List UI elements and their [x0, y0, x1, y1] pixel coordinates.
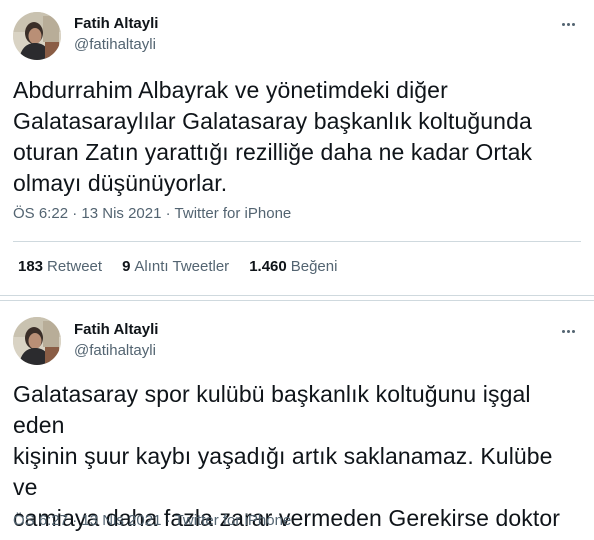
dot: [571, 22, 575, 26]
quotes-stat[interactable]: 9 Alıntı Tweetler: [122, 258, 229, 275]
tweet-meta: ÖS 6:22 · 13 Nis 2021 · Twitter for iPho…: [13, 205, 291, 222]
dot: [561, 329, 565, 333]
author-name[interactable]: Fatih Altayli: [74, 15, 158, 32]
tweet[interactable]: Fatih Altayli @fatihaltayli Galatasaray …: [0, 300, 594, 540]
avatar-photo: [13, 317, 61, 365]
tweet-meta: ÖS 6:27 · 13 Nis 2021 · Twitter for iPho…: [13, 512, 291, 529]
dot: [561, 22, 565, 26]
engagement-stats: 183 Retweet 9 Alıntı Tweetler 1.460 Beğeni: [18, 258, 337, 275]
more-horizontal-icon[interactable]: [558, 321, 578, 341]
retweets-stat[interactable]: 183 Retweet: [18, 258, 102, 275]
quotes-count: 9: [122, 258, 131, 275]
likes-count: 1.460: [249, 258, 287, 275]
quotes-label: Alıntı Tweetler: [134, 258, 230, 275]
tweet-text: Abdurrahim Albayrak ve yönetimdeki diğer…: [13, 77, 533, 196]
tweet-time[interactable]: ÖS 6:27: [13, 512, 68, 529]
avatar-photo: [13, 12, 61, 60]
tweet[interactable]: Fatih Altayli @fatihaltayli Abdurrahim A…: [0, 0, 594, 296]
avatar[interactable]: [13, 317, 61, 365]
dot: [566, 329, 570, 333]
likes-stat[interactable]: 1.460 Beğeni: [249, 258, 337, 275]
meta-separator: ·: [72, 205, 78, 222]
tweet-date[interactable]: 13 Nis 2021: [81, 205, 161, 222]
tweet-date[interactable]: 13 Nis 2021: [81, 512, 161, 529]
retweets-count: 183: [18, 258, 44, 275]
tweet-source[interactable]: Twitter for iPhone: [175, 205, 292, 222]
likes-label: Beğeni: [290, 258, 338, 275]
meta-separator: ·: [72, 512, 78, 529]
author-name[interactable]: Fatih Altayli: [74, 321, 158, 338]
divider: [13, 241, 581, 242]
author-handle[interactable]: @fatihaltayli: [74, 342, 156, 359]
author-handle[interactable]: @fatihaltayli: [74, 36, 156, 53]
meta-separator: ·: [165, 205, 171, 222]
meta-separator: ·: [165, 512, 171, 529]
tweet-source[interactable]: Twitter for iPhone: [175, 512, 292, 529]
avatar[interactable]: [13, 12, 61, 60]
dot: [566, 22, 570, 26]
dot: [571, 329, 575, 333]
more-horizontal-icon[interactable]: [558, 14, 578, 34]
tweet-time[interactable]: ÖS 6:22: [13, 205, 68, 222]
retweets-label: Retweet: [47, 258, 103, 275]
